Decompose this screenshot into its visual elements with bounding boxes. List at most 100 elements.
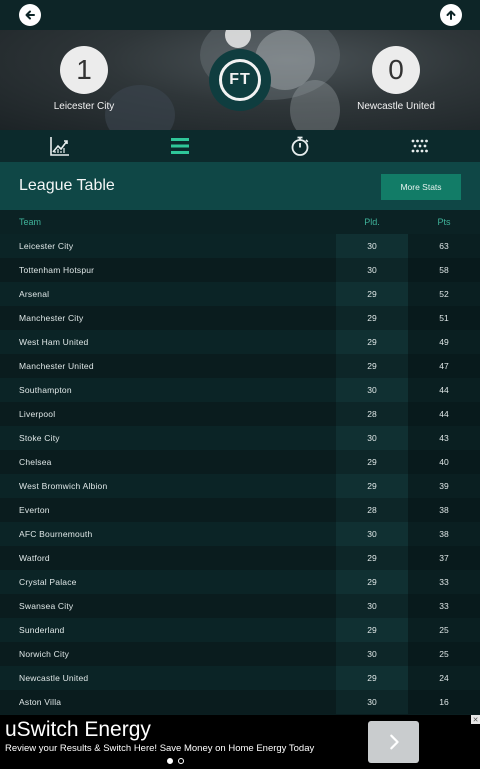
played-cell: 29 [336, 570, 408, 594]
team-name: Liverpool [19, 409, 56, 419]
played-cell: 29 [336, 666, 408, 690]
points-cell: 39 [408, 474, 480, 498]
played-cell: 29 [336, 474, 408, 498]
team-cell: Norwich City [0, 642, 336, 666]
ad-subtitle[interactable]: Review your Results & Switch Here! Save … [5, 743, 314, 754]
table-row[interactable]: Norwich City 30 25 [0, 642, 480, 666]
table-row[interactable]: Leicester City 30 63 [0, 234, 480, 258]
points-cell: 38 [408, 498, 480, 522]
points-cell: 63 [408, 234, 480, 258]
played-value: 29 [367, 577, 377, 587]
team-cell: Aston Villa [0, 690, 336, 714]
played-value: 29 [367, 481, 377, 491]
points-value: 25 [439, 625, 449, 635]
team-name: Newcastle United [19, 673, 89, 683]
table-row[interactable]: West Bromwich Albion 29 39 [0, 474, 480, 498]
tab-table[interactable] [120, 130, 240, 162]
column-header-team: Team [19, 217, 42, 227]
team-cell: West Bromwich Albion [0, 474, 336, 498]
played-cell: 29 [336, 450, 408, 474]
list-icon [171, 138, 189, 154]
column-header-played: Pld. [364, 217, 380, 227]
tab-stats[interactable] [0, 130, 120, 162]
team-name: Arsenal [19, 289, 50, 299]
table-row[interactable]: Crystal Palace 29 33 [0, 570, 480, 594]
ad-go-button[interactable] [368, 721, 419, 763]
table-row[interactable]: Southampton 30 44 [0, 378, 480, 402]
ad-banner[interactable]: uSwitch Energy Review your Results & Swi… [0, 715, 480, 769]
points-value: 38 [439, 529, 449, 539]
team-name: Stoke City [19, 433, 60, 443]
team-cell: Chelsea [0, 450, 336, 474]
team-cell: Stoke City [0, 426, 336, 450]
points-value: 63 [439, 241, 449, 251]
played-cell: 30 [336, 594, 408, 618]
table-row[interactable]: West Ham United 29 49 [0, 330, 480, 354]
ad-title[interactable]: uSwitch Energy [5, 718, 151, 742]
team-name: West Bromwich Albion [19, 481, 108, 491]
team-name: Chelsea [19, 457, 52, 467]
played-cell: 29 [336, 330, 408, 354]
page-indicator [160, 758, 190, 766]
played-cell: 28 [336, 498, 408, 522]
points-cell: 44 [408, 378, 480, 402]
table-row[interactable]: Chelsea 29 40 [0, 450, 480, 474]
points-cell: 16 [408, 690, 480, 714]
page-dot[interactable] [177, 758, 184, 764]
points-value: 58 [439, 265, 449, 275]
table-row[interactable]: Everton 28 38 [0, 498, 480, 522]
played-cell: 30 [336, 378, 408, 402]
team-cell: Tottenham Hotspur [0, 258, 336, 282]
played-value: 30 [367, 697, 377, 707]
table-row[interactable]: Newcastle United 29 24 [0, 666, 480, 690]
table-row[interactable]: Tottenham Hotspur 30 58 [0, 258, 480, 282]
scroll-top-button[interactable] [440, 4, 462, 26]
played-cell: 30 [336, 642, 408, 666]
arrow-left-icon [25, 10, 35, 20]
team-cell: Swansea City [0, 594, 336, 618]
team-cell: Manchester United [0, 354, 336, 378]
played-cell: 29 [336, 354, 408, 378]
points-value: 44 [439, 409, 449, 419]
back-button[interactable] [19, 4, 41, 26]
points-cell: 47 [408, 354, 480, 378]
table-row[interactable]: Liverpool 28 44 [0, 402, 480, 426]
played-cell: 29 [336, 618, 408, 642]
table-row[interactable]: Manchester United 29 47 [0, 354, 480, 378]
table-row[interactable]: Aston Villa 30 16 [0, 690, 480, 714]
points-cell: 33 [408, 570, 480, 594]
points-cell: 49 [408, 330, 480, 354]
top-bar [0, 0, 480, 30]
match-status-label: FT [219, 59, 261, 101]
played-cell: 30 [336, 426, 408, 450]
team-name: Everton [19, 505, 50, 515]
team-name: West Ham United [19, 337, 89, 347]
played-value: 29 [367, 361, 377, 371]
table-row[interactable]: Sunderland 29 25 [0, 618, 480, 642]
team-name: Tottenham Hotspur [19, 265, 95, 275]
chart-icon [50, 137, 69, 156]
team-name: Southampton [19, 385, 72, 395]
ad-close-button[interactable]: ✕ [471, 715, 480, 724]
points-value: 25 [439, 649, 449, 659]
played-value: 30 [367, 433, 377, 443]
table-row[interactable]: Manchester City 29 51 [0, 306, 480, 330]
points-cell: 43 [408, 426, 480, 450]
played-value: 29 [367, 289, 377, 299]
points-value: 40 [439, 457, 449, 467]
table-row[interactable]: AFC Bournemouth 30 38 [0, 522, 480, 546]
team-cell: Crystal Palace [0, 570, 336, 594]
table-row[interactable]: Swansea City 30 33 [0, 594, 480, 618]
table-row[interactable]: Watford 29 37 [0, 546, 480, 570]
points-value: 51 [439, 313, 449, 323]
team-cell: Arsenal [0, 282, 336, 306]
points-value: 33 [439, 577, 449, 587]
tab-lineups[interactable] [360, 130, 480, 162]
team-cell: Everton [0, 498, 336, 522]
page-dot[interactable] [166, 758, 173, 764]
more-stats-button[interactable]: More Stats [381, 174, 461, 200]
tab-timeline[interactable] [240, 130, 360, 162]
table-row[interactable]: Arsenal 29 52 [0, 282, 480, 306]
table-row[interactable]: Stoke City 30 43 [0, 426, 480, 450]
points-cell: 33 [408, 594, 480, 618]
